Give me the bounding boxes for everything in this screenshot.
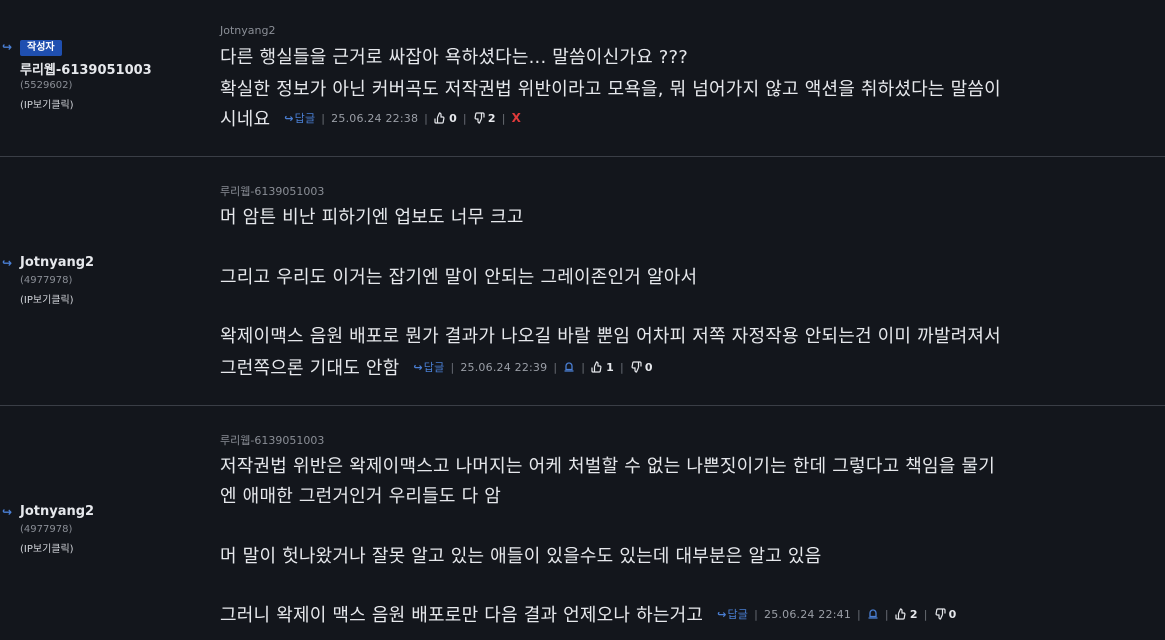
reply-button[interactable]: ↪답글 (413, 359, 444, 375)
like-count: 0 (449, 111, 457, 125)
like-count: 1 (606, 360, 614, 374)
divider: | (501, 111, 506, 125)
ip-view-link[interactable]: (IP보기클릭) (20, 96, 74, 111)
divider: | (620, 360, 624, 374)
thumbs-down-icon (935, 608, 946, 620)
reply-to-name: 루리웹-6139051003 (220, 185, 325, 198)
timestamp: 25.06.24 22:38 (331, 111, 419, 125)
comment-meta: ↪답글 | 25.06.24 22:39 | | 1 | 0 (413, 359, 652, 375)
comment-text-tail: 시네요 (220, 109, 271, 130)
dislike-count: 2 (487, 111, 496, 125)
report-button[interactable] (867, 608, 879, 620)
reply-arrow-icon: ↪ (2, 505, 13, 519)
thumbs-up-icon (434, 112, 445, 124)
comment-meta: ↪답글 | 25.06.24 22:41 | | 2 | 0 (717, 606, 956, 622)
divider: | (857, 607, 861, 621)
comment-item: ↪ Jotnyang2 (4977978) (IP보기클릭) 루리웹-61390… (0, 406, 1165, 640)
author-badge: 작성자 (20, 40, 62, 56)
author-name[interactable]: Jotnyang2 (20, 255, 94, 270)
reply-to-name: 루리웹-6139051003 (220, 434, 325, 447)
divider: | (923, 607, 928, 621)
reply-arrow-icon: ↪ (2, 40, 13, 54)
comment-text-line: 왁제이맥스 음원 배포로 뭔가 결과가 나오길 바랄 뿐임 어차피 저쪽 자정작… (220, 326, 1001, 347)
reply-arrow-icon: ↪ (717, 608, 727, 621)
divider: | (450, 360, 455, 374)
comment-item: ↪ 작성자 루리웹-6139051003 (5529602) (IP보기클릭) … (0, 0, 1165, 156)
author-id: (4977978) (20, 524, 73, 535)
delete-button[interactable]: X (512, 111, 521, 125)
comment-text-line: 그리고 우리도 이거는 잡기엔 말이 안되는 그레이존인거 알아서 (220, 267, 698, 288)
ip-view-link[interactable]: (IP보기클릭) (20, 540, 74, 555)
like-button[interactable]: 2 (895, 608, 918, 621)
divider: | (424, 111, 429, 125)
comment-text-line: 확실한 정보가 아닌 커버곡도 저작권법 위반이라고 모욕을, 뭐 넘어가지 않… (220, 79, 1001, 100)
divider: | (754, 607, 759, 621)
timestamp: 25.06.24 22:41 (764, 607, 852, 621)
comment-text-line: 다른 행실들을 근거로 싸잡아 욕하셨다는... 말씀이신가요 ??? (220, 47, 689, 68)
divider: | (462, 111, 467, 125)
dislike-count: 0 (644, 360, 653, 374)
dislike-button[interactable]: 0 (934, 608, 957, 621)
thumbs-up-icon (895, 608, 906, 620)
dislike-count: 0 (948, 607, 957, 621)
reply-arrow-icon: ↪ (2, 256, 13, 270)
comment-text-line: 그러니 왁제이 맥스 음원 배포로만 다음 결과 언제오나 하는거고 ↪답글 |… (220, 601, 956, 627)
ip-view-link[interactable]: (IP보기클릭) (20, 291, 74, 306)
reply-button[interactable]: ↪답글 (717, 606, 748, 622)
reply-to-name: Jotnyang2 (220, 24, 276, 37)
thumbs-down-icon (631, 361, 642, 373)
divider: | (553, 360, 558, 374)
comment-text-tail: 그러니 왁제이 맥스 음원 배포로만 다음 결과 언제오나 하는거고 (220, 605, 704, 626)
bell-icon (868, 609, 878, 619)
reply-label: 답글 (423, 361, 445, 374)
dislike-button[interactable]: 0 (630, 361, 653, 374)
comment-text-line: 저작권법 위반은 왁제이맥스고 나머지는 어케 처벌할 수 없는 나쁜짓이기는 … (220, 456, 995, 477)
comment-meta: ↪답글 | 25.06.24 22:38 | 0 | 2 | X (284, 110, 521, 126)
report-button[interactable] (563, 361, 575, 373)
reply-button[interactable]: ↪답글 (284, 110, 315, 126)
author-name[interactable]: Jotnyang2 (20, 504, 94, 519)
like-button[interactable]: 1 (591, 361, 614, 374)
comment-item: ↪ Jotnyang2 (4977978) (IP보기클릭) 루리웹-61390… (0, 157, 1165, 405)
reply-arrow-icon: ↪ (413, 361, 423, 374)
divider: | (321, 111, 326, 125)
timestamp: 25.06.24 22:39 (460, 360, 548, 374)
author-id: (5529602) (20, 80, 73, 91)
comment-text-line: 머 암튼 비난 피하기엔 업보도 너무 크고 (220, 207, 524, 228)
divider: | (581, 360, 586, 374)
comment-text-line: 그런쪽으론 기대도 안함 ↪답글 | 25.06.24 22:39 | | 1 … (220, 354, 653, 380)
thumbs-up-icon (591, 361, 602, 373)
comment-text-line: 머 말이 헛나왔거나 잘못 알고 있는 애들이 있을수도 있는데 대부분은 알고… (220, 546, 822, 567)
reply-label: 답글 (727, 608, 749, 621)
divider: | (884, 607, 889, 621)
thumbs-down-icon (474, 112, 485, 124)
author-name[interactable]: 루리웹-6139051003 (20, 59, 152, 78)
bell-icon (564, 362, 574, 372)
comment-text-line: 엔 애매한 그런거인거 우리들도 다 암 (220, 486, 502, 507)
reply-label: 답글 (294, 112, 316, 125)
reply-arrow-icon: ↪ (284, 112, 294, 125)
dislike-button[interactable]: 2 (473, 112, 496, 125)
comment-text-tail: 그런쪽으론 기대도 안함 (220, 358, 400, 379)
author-id: (4977978) (20, 275, 73, 286)
like-button[interactable]: 0 (434, 112, 457, 125)
comment-text-line: 시네요 ↪답글 | 25.06.24 22:38 | 0 | 2 | X (220, 105, 521, 131)
like-count: 2 (909, 607, 918, 621)
